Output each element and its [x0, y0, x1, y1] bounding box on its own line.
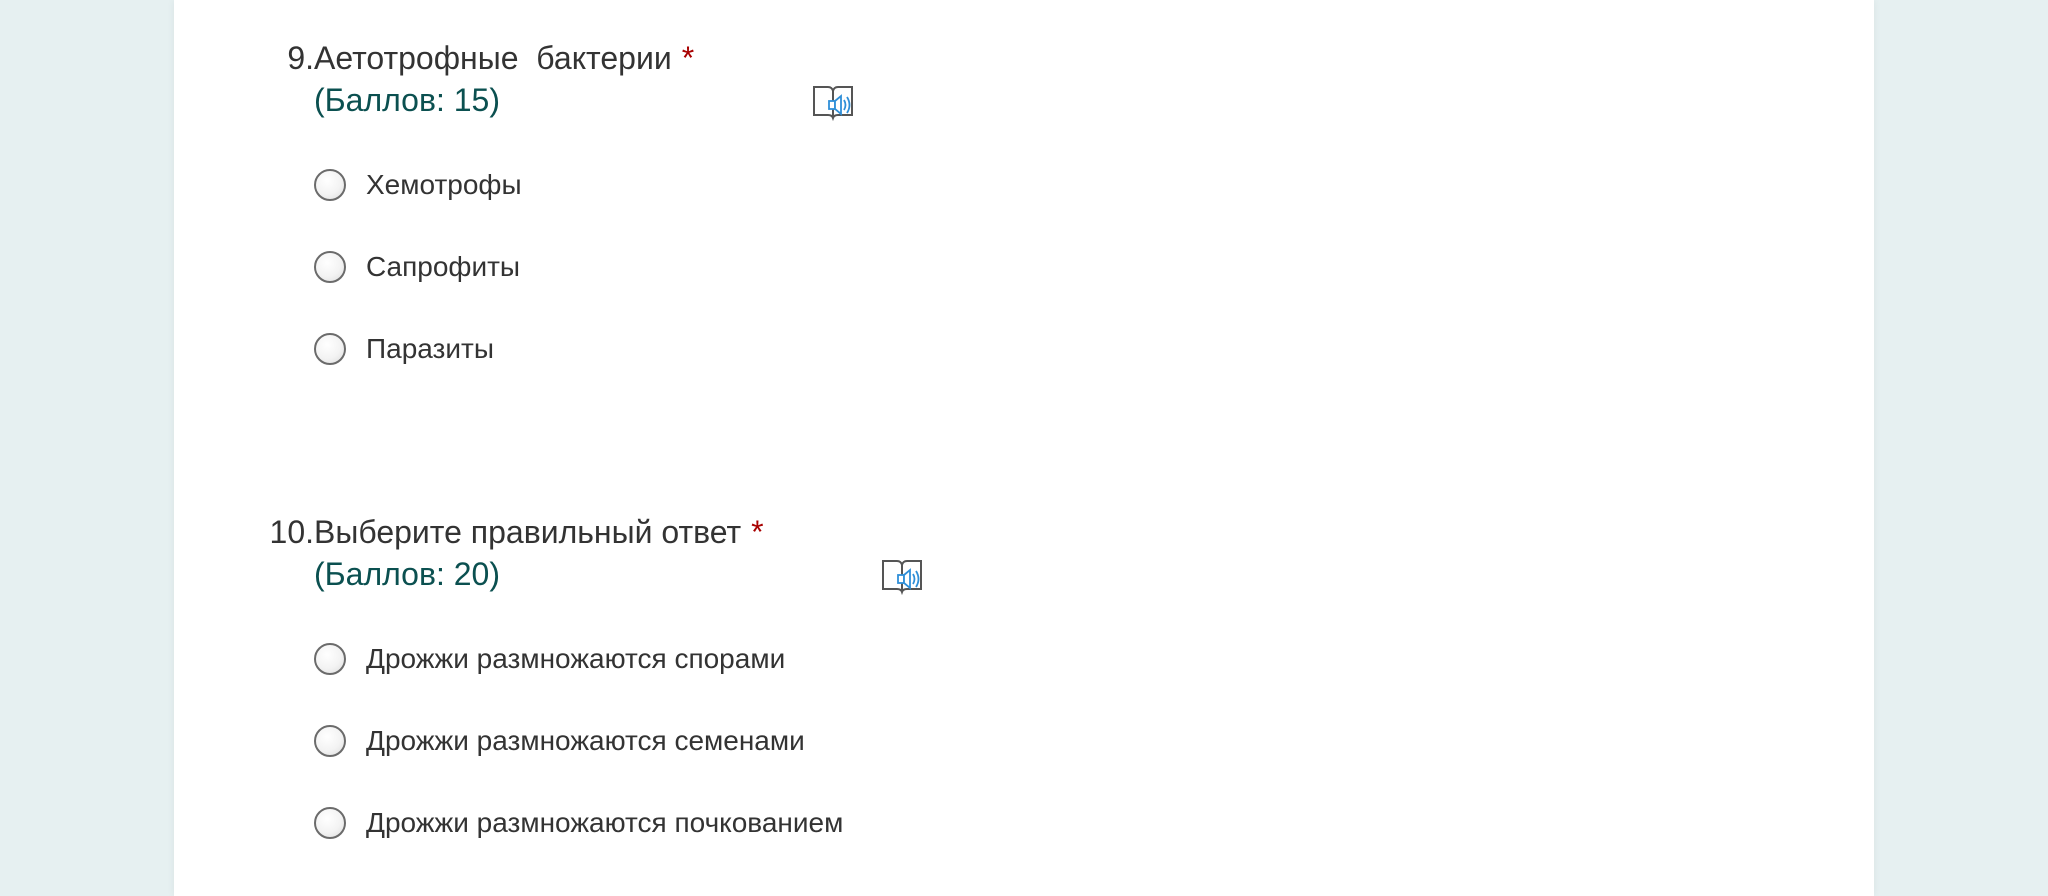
question-header: 9. Аетотрофные бактерии * [174, 36, 1874, 122]
required-mark: * [751, 514, 764, 550]
radio-button[interactable] [314, 643, 346, 675]
form-card: 9. Аетотрофные бактерии * (Баллов: 15) Х… [174, 0, 1874, 896]
option-budding[interactable]: Дрожжи размножаются почкованием [314, 782, 843, 864]
option-label: Хемотрофы [366, 169, 522, 200]
option-label: Сапрофиты [366, 251, 521, 282]
question-10: 10. Выберите правильный ответ * (Баллов:… [174, 510, 1874, 839]
option-chemotrophs[interactable]: Хемотрофы [314, 144, 522, 226]
immersive-reader-icon[interactable] [792, 513, 923, 596]
radio-button[interactable] [314, 333, 346, 365]
question-points: (Баллов: 15) [314, 82, 500, 118]
options-list: Дрожжи размножаются спорами Дрожжи размн… [314, 618, 843, 864]
required-mark: * [681, 40, 695, 76]
question-number: 9. [287, 40, 314, 76]
radio-button[interactable] [314, 169, 346, 201]
option-label: Дрожжи размножаются почкованием [366, 807, 844, 838]
question-title-row: Выберите правильный ответ * [314, 510, 923, 596]
option-seeds[interactable]: Дрожжи размножаются семенами [314, 700, 843, 782]
radio-button[interactable] [314, 807, 346, 839]
question-header: 10. Выберите правильный ответ * [174, 510, 1874, 596]
question-title-row: Аетотрофные бактерии * [314, 36, 854, 122]
option-parasites[interactable]: Паразиты [314, 308, 522, 390]
question-title: Аетотрофные бактерии [314, 40, 672, 76]
radio-button[interactable] [314, 251, 346, 283]
immersive-reader-icon[interactable] [722, 39, 854, 122]
option-label: Паразиты [366, 333, 494, 364]
radio-button[interactable] [314, 725, 346, 757]
options-list: Хемотрофы Сапрофиты Паразиты [314, 144, 522, 390]
option-label: Дрожжи размножаются семенами [366, 725, 805, 756]
question-9: 9. Аетотрофные бактерии * (Баллов: 15) Х… [174, 36, 1874, 365]
question-number: 10. [269, 514, 314, 550]
question-title: Выберите правильный ответ [314, 514, 742, 550]
option-label: Дрожжи размножаются спорами [366, 643, 786, 674]
question-points: (Баллов: 20) [314, 556, 500, 592]
option-spores[interactable]: Дрожжи размножаются спорами [314, 618, 843, 700]
option-saprophytes[interactable]: Сапрофиты [314, 226, 522, 308]
